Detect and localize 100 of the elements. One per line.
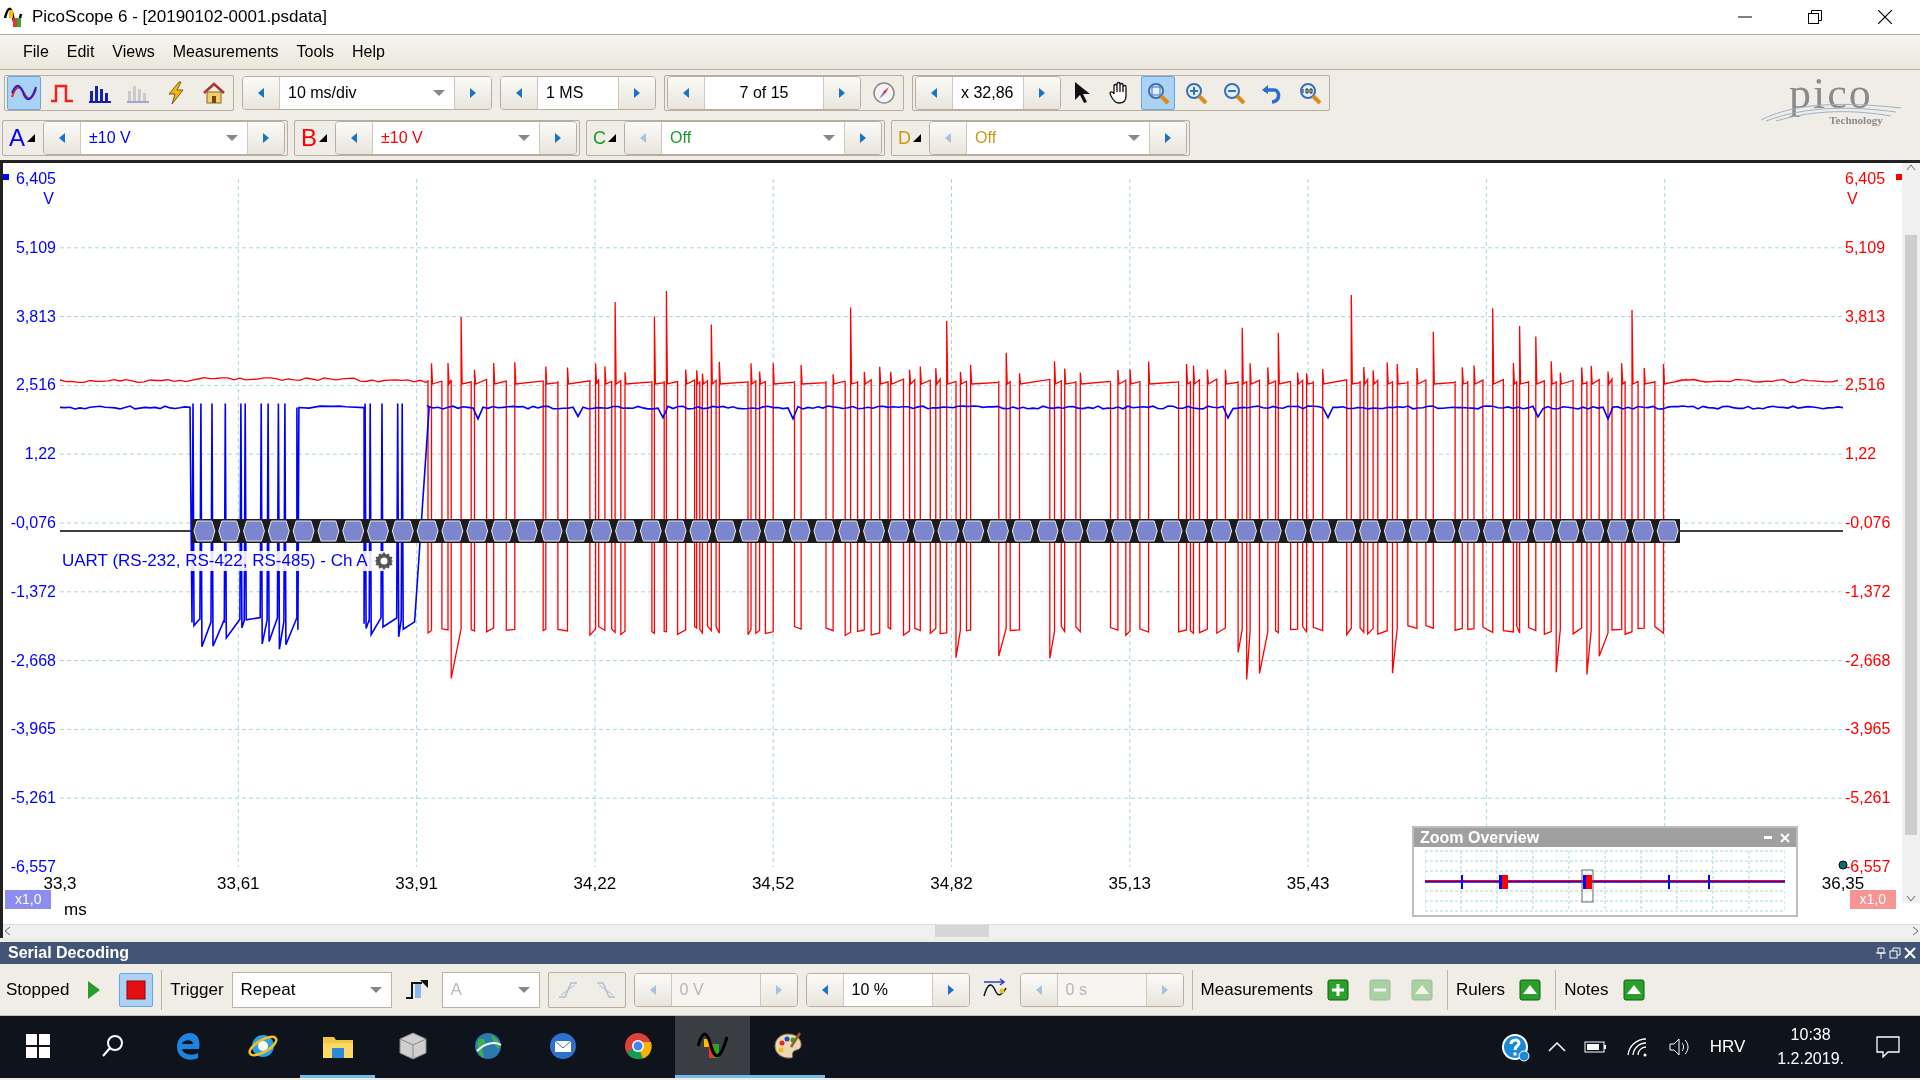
axis-label: 34,82 xyxy=(930,874,973,894)
gear-icon[interactable] xyxy=(373,551,394,571)
previous-button[interactable] xyxy=(668,77,704,109)
play-icon xyxy=(87,979,102,1000)
next-button[interactable] xyxy=(1150,122,1187,154)
axis-label: -1,372 xyxy=(10,583,57,600)
language-indicator[interactable]: HRV xyxy=(1709,1037,1746,1057)
close-icon xyxy=(1878,10,1892,24)
plus-icon xyxy=(1327,978,1349,1001)
previous-button[interactable] xyxy=(243,77,279,109)
restore-icon[interactable] xyxy=(1889,947,1901,959)
menu-item[interactable]: Help xyxy=(342,39,394,65)
close-icon[interactable] xyxy=(1904,947,1916,959)
previous-button[interactable] xyxy=(806,973,843,1006)
view-mode-button[interactable] xyxy=(7,76,41,110)
pretrigger-field[interactable]: 10 % xyxy=(842,973,933,1006)
left-triangle-icon xyxy=(257,87,265,99)
previous-button[interactable] xyxy=(916,77,952,109)
axis-label: 3,813 xyxy=(1844,308,1886,325)
scroll-left-icon[interactable] xyxy=(3,926,13,937)
wave-icon xyxy=(696,1030,729,1061)
taskbar-app[interactable] xyxy=(675,1016,750,1078)
clock-date[interactable]: 1.2.2019. xyxy=(1777,1050,1844,1068)
caret-icon xyxy=(368,985,383,994)
next-button[interactable] xyxy=(455,77,491,109)
scroll-down-icon[interactable] xyxy=(1906,895,1916,903)
battery-icon[interactable] xyxy=(1583,1040,1608,1054)
range-dropdown[interactable]: Off xyxy=(661,122,846,154)
right-triangle-icon xyxy=(554,132,563,144)
axis-label: -0,076 xyxy=(1844,515,1891,531)
timebase-field[interactable]: 10 ms/div xyxy=(279,77,455,109)
speaker-icon[interactable] xyxy=(1667,1037,1692,1057)
previous-button[interactable] xyxy=(336,122,373,154)
pin-icon[interactable] xyxy=(1876,947,1886,959)
axis-label: -5,261 xyxy=(10,790,57,807)
scale-label: x1,0 xyxy=(5,890,52,909)
caret-icon xyxy=(225,134,239,142)
next-button[interactable] xyxy=(932,973,969,1006)
axis-label: -0,076 xyxy=(10,515,57,531)
next-button[interactable] xyxy=(845,122,882,154)
end-marker-icon xyxy=(1838,860,1848,870)
previous-button[interactable] xyxy=(501,77,537,109)
stop-icon xyxy=(126,979,147,1000)
axis-label: -3,965 xyxy=(1844,721,1891,738)
axis-label: -6,557 xyxy=(1844,858,1891,875)
range-dropdown[interactable]: ±10 V xyxy=(372,122,541,154)
samples-field[interactable]: 1 MS xyxy=(537,77,619,109)
panel-label: Measurements xyxy=(1200,979,1313,1000)
next-button[interactable] xyxy=(1024,77,1060,109)
next-button[interactable] xyxy=(248,122,284,154)
mail-icon xyxy=(547,1030,578,1061)
axis-label: 35,13 xyxy=(1108,874,1152,894)
menu-item[interactable]: Views xyxy=(103,39,164,65)
chevron-up-icon[interactable] xyxy=(1547,1042,1566,1052)
right-triangle-icon xyxy=(838,87,846,99)
stop-button[interactable] xyxy=(119,972,154,1007)
decoded-packets-drawing[interactable] xyxy=(192,519,1680,543)
scroll-thumb[interactable] xyxy=(934,925,989,938)
scale-label: x1,0 xyxy=(1849,890,1896,909)
vertical-scrollbar[interactable] xyxy=(1902,163,1920,903)
unit-label: ms xyxy=(64,900,87,920)
magnifier-icon xyxy=(1298,81,1322,105)
minimize-icon[interactable] xyxy=(1764,835,1772,840)
axis-label: 34,52 xyxy=(751,874,795,894)
clock-time[interactable]: 10:38 xyxy=(1790,1026,1831,1044)
cube-icon xyxy=(397,1030,428,1061)
right-triangle-icon xyxy=(774,983,783,996)
axis-label: -6,557 xyxy=(10,858,57,875)
zoom-in-icon xyxy=(1184,81,1208,105)
next-button[interactable] xyxy=(540,122,577,154)
overview-drawing[interactable] xyxy=(1425,847,1785,915)
right-triangle-icon xyxy=(1160,983,1169,996)
zoom-factor-field[interactable]: x 32,86 xyxy=(952,77,1024,109)
left-triangle-icon xyxy=(515,87,523,99)
range-dropdown[interactable]: ±10 V xyxy=(80,122,248,154)
scroll-up-icon[interactable] xyxy=(1906,163,1916,171)
next-button[interactable] xyxy=(824,77,860,109)
next-button[interactable] xyxy=(619,77,655,109)
menu-item[interactable]: Measurements xyxy=(163,39,288,65)
scroll-thumb[interactable] xyxy=(1905,235,1917,835)
help-icon[interactable] xyxy=(1499,1032,1530,1062)
trigger-label: Trigger xyxy=(170,979,224,1000)
scroll-right-icon[interactable] xyxy=(1910,926,1920,937)
left-triangle-icon xyxy=(639,132,648,144)
unit-label: V xyxy=(1847,191,1858,207)
zoom-icon xyxy=(1146,81,1170,105)
caret-icon xyxy=(517,134,532,142)
menu-item[interactable]: Tools xyxy=(287,39,343,65)
logo-tagline: Technology xyxy=(1829,114,1883,126)
menu-item[interactable]: Edit xyxy=(57,39,104,65)
right-triangle-icon xyxy=(469,87,477,99)
search-icon xyxy=(100,1033,125,1058)
menu-item[interactable]: File xyxy=(14,39,58,65)
axis-label: -3,965 xyxy=(10,721,57,738)
notification-icon[interactable] xyxy=(1876,1036,1900,1058)
buffer-field[interactable]: 7 of 15 xyxy=(704,77,824,109)
channel-button[interactable]: A xyxy=(5,121,39,155)
horizontal-scrollbar[interactable] xyxy=(3,923,1920,938)
trigger-mode-dropdown[interactable]: Repeat xyxy=(231,971,392,1008)
previous-button[interactable] xyxy=(44,122,80,154)
